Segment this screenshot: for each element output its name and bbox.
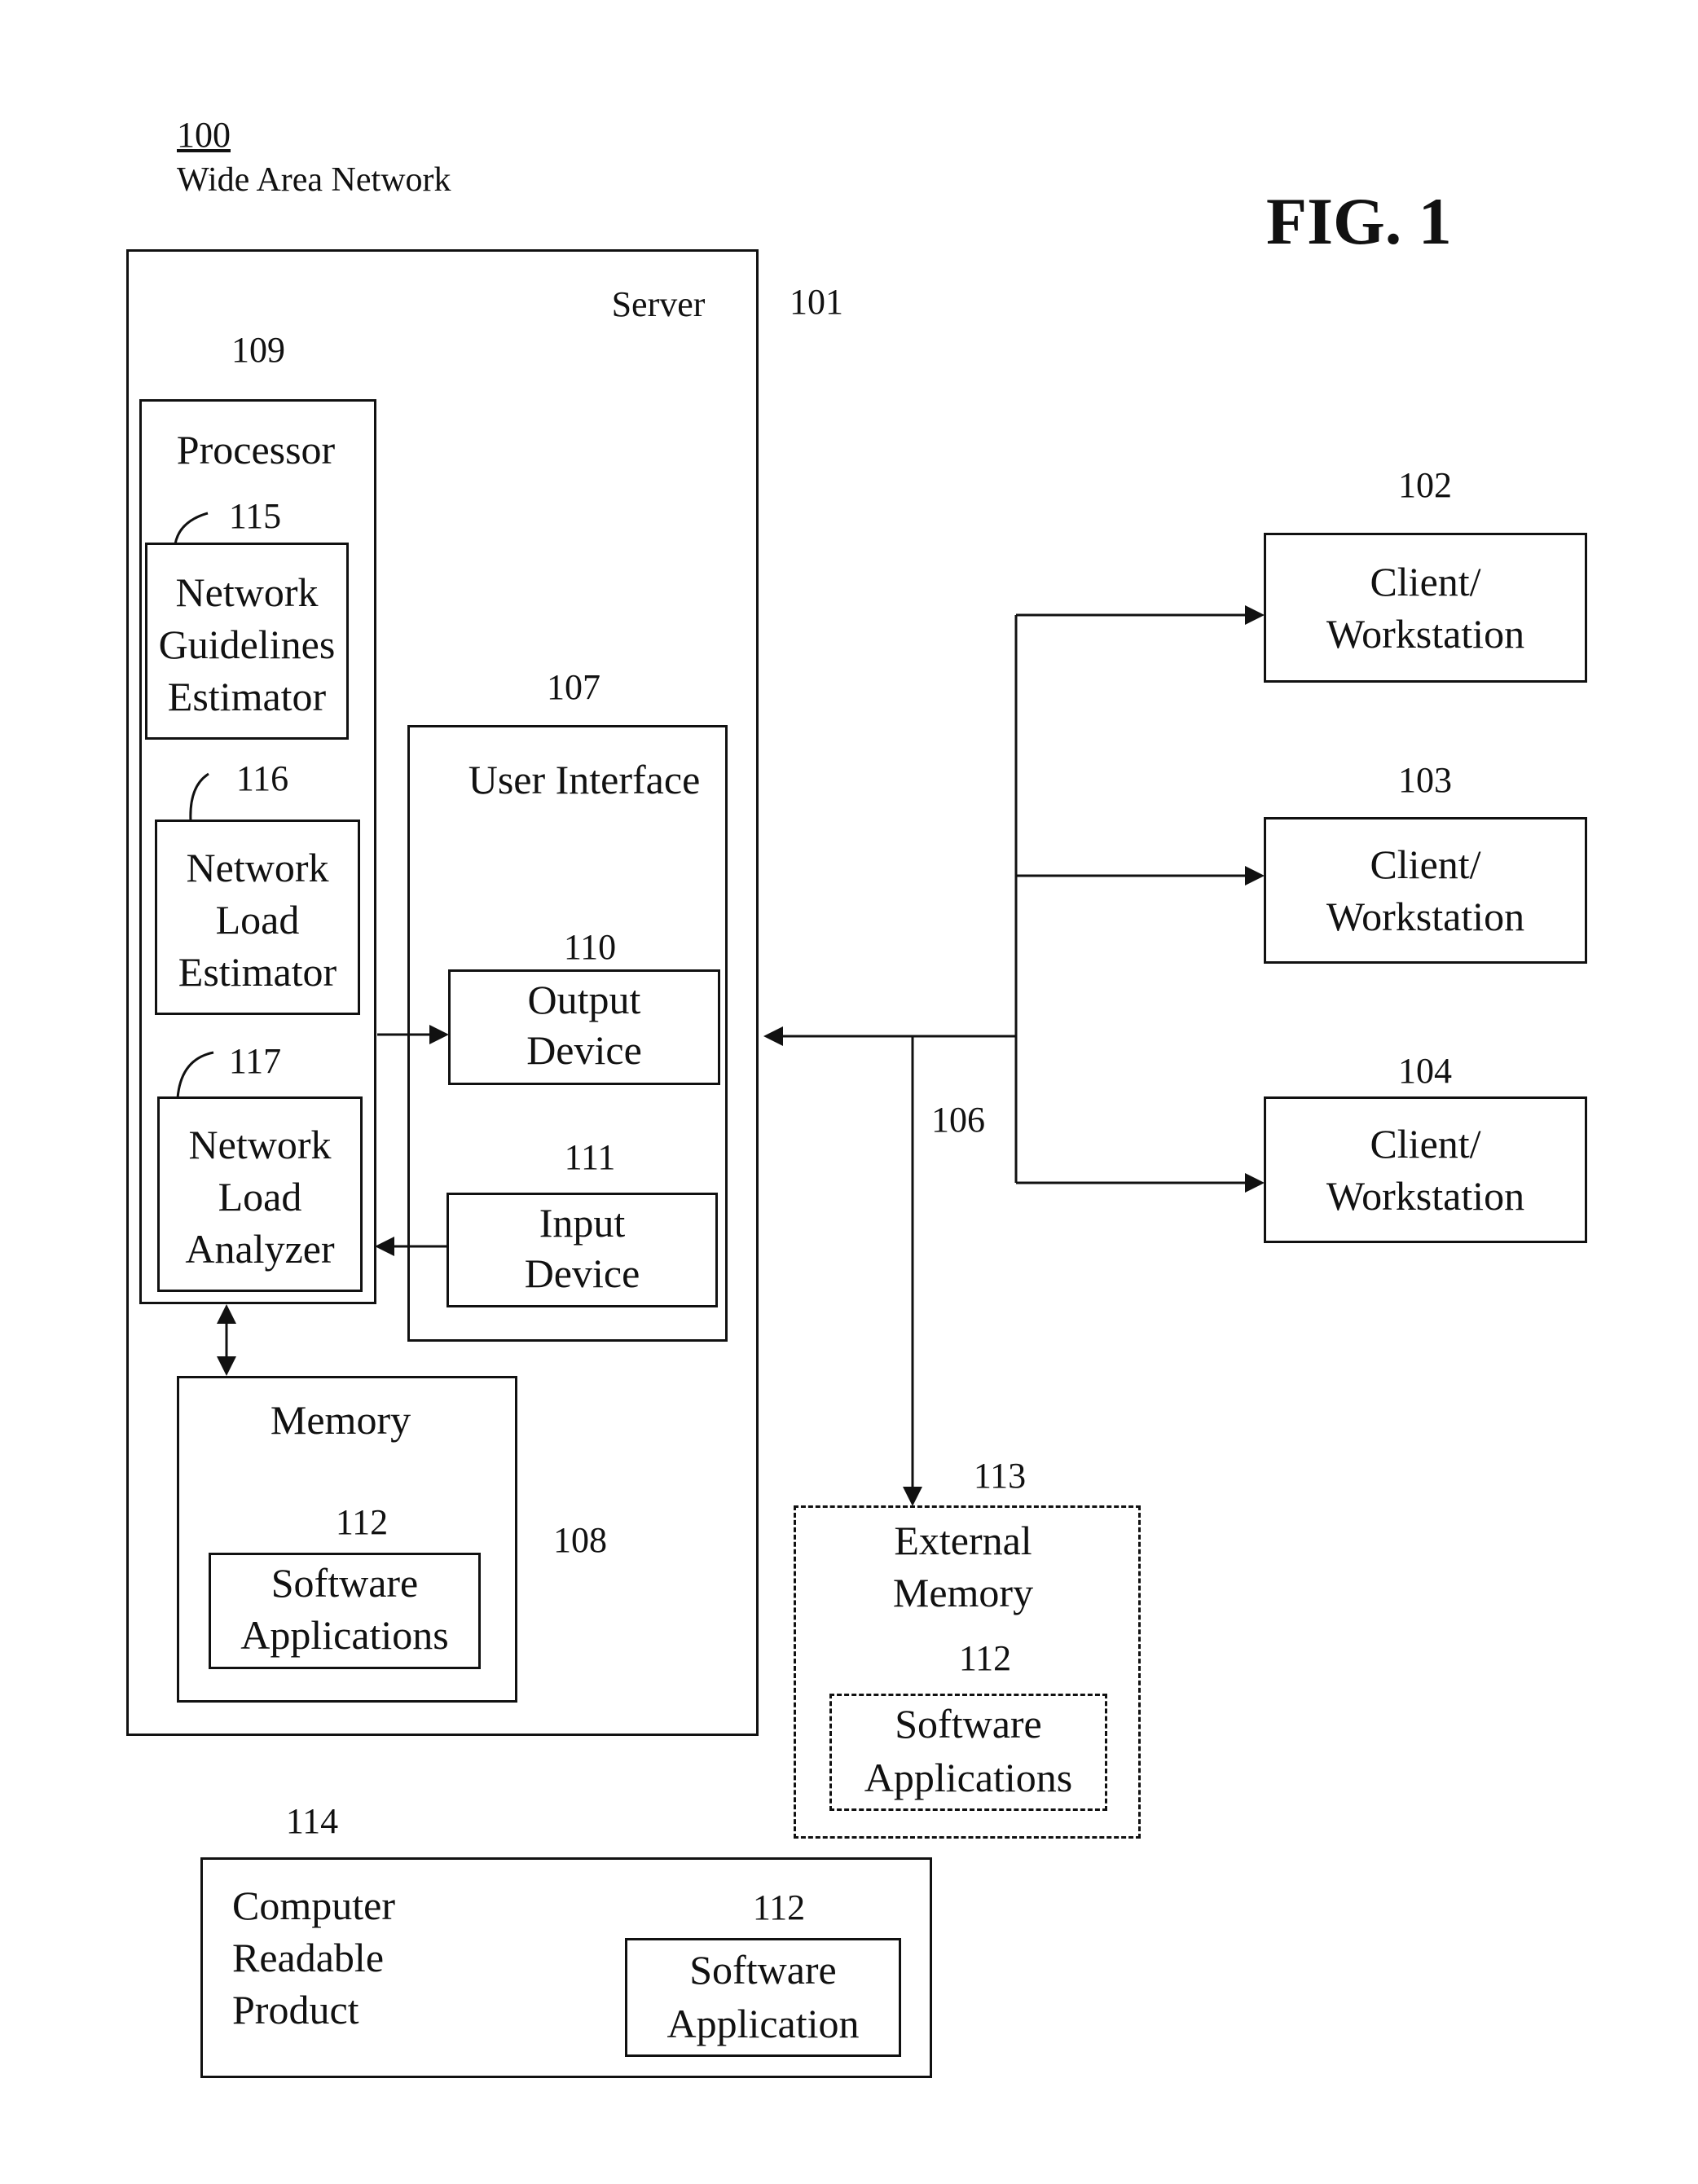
input-device-line: Input	[539, 1200, 626, 1246]
client-workstation-102[interactable]: Client/ Workstation	[1264, 533, 1587, 683]
user-interface-ref: 107	[547, 667, 600, 707]
output-device-ref: 110	[563, 927, 617, 967]
client-line: Client/	[1370, 1121, 1481, 1167]
crp-line: Readable	[232, 1935, 385, 1980]
input-device-ref: 111	[564, 1137, 616, 1177]
input-device-box[interactable]: Input Device	[446, 1193, 718, 1307]
input-device-line: Device	[524, 1250, 640, 1296]
output-device-line: Device	[526, 1027, 642, 1073]
client-workstation-104[interactable]: Client/ Workstation	[1264, 1096, 1587, 1243]
memory-ref: 108	[553, 1520, 607, 1560]
software-line: Applications	[240, 1612, 449, 1658]
crp-software-ref: 112	[752, 1887, 806, 1927]
client-line: Client/	[1370, 559, 1481, 604]
network-ref: 106	[931, 1100, 985, 1140]
client-workstation-103[interactable]: Client/ Workstation	[1264, 817, 1587, 964]
memory-software-box[interactable]: Software Applications	[209, 1553, 481, 1669]
crp-line: Product	[232, 1987, 359, 2032]
client-ref-103: 103	[1398, 760, 1452, 800]
software-line: Application	[666, 2001, 860, 2046]
module-line: Load	[218, 1174, 302, 1219]
software-line: Software	[689, 1947, 837, 1993]
client-line: Client/	[1370, 842, 1481, 887]
module-line: Load	[215, 897, 300, 943]
external-memory-line: Memory	[892, 1570, 1034, 1615]
user-interface-label: User Interface	[468, 757, 701, 802]
client-line: Workstation	[1326, 611, 1525, 657]
module-ref-115: 115	[228, 496, 282, 536]
crp-ref: 114	[285, 1801, 339, 1841]
software-line: Applications	[864, 1755, 1073, 1800]
server-label: Server	[611, 284, 706, 324]
server-ref: 101	[790, 282, 843, 322]
software-line: Software	[895, 1701, 1042, 1747]
crp-software-box[interactable]: Software Application	[625, 1938, 901, 2057]
memory-software-ref: 112	[335, 1502, 389, 1542]
external-software-box[interactable]: Software Applications	[829, 1694, 1107, 1811]
external-software-ref: 112	[958, 1638, 1012, 1678]
client-line: Workstation	[1326, 1173, 1525, 1219]
network-guidelines-estimator-box[interactable]: Network Guidelines Estimator	[145, 543, 349, 740]
network-load-estimator-box[interactable]: Network Load Estimator	[155, 820, 360, 1015]
external-memory-line: External	[894, 1518, 1032, 1563]
module-line: Network	[188, 1122, 332, 1167]
network-name: Wide Area Network	[177, 161, 451, 199]
client-ref-102: 102	[1398, 465, 1452, 505]
client-line: Workstation	[1326, 894, 1525, 939]
module-line: Estimator	[178, 949, 337, 995]
figure-label: FIG. 1	[1266, 184, 1452, 258]
output-device-box[interactable]: Output Device	[448, 969, 720, 1085]
module-line: Analyzer	[185, 1226, 335, 1272]
module-line: Network	[186, 845, 329, 890]
memory-label: Memory	[270, 1397, 411, 1443]
module-line: Estimator	[167, 674, 327, 719]
processor-ref: 109	[231, 330, 285, 370]
network-load-analyzer-box[interactable]: Network Load Analyzer	[157, 1096, 363, 1292]
figure-ref-number: 100	[177, 115, 231, 155]
processor-label: Processor	[176, 427, 336, 472]
crp-line: Computer	[232, 1883, 395, 1928]
software-line: Software	[271, 1560, 419, 1606]
client-ref-104: 104	[1398, 1051, 1452, 1091]
module-line: Guidelines	[158, 622, 336, 667]
module-ref-117: 117	[228, 1041, 282, 1081]
module-line: Network	[175, 569, 319, 615]
external-memory-ref: 113	[973, 1456, 1027, 1496]
output-device-line: Output	[527, 977, 641, 1022]
module-ref-116: 116	[235, 758, 289, 798]
